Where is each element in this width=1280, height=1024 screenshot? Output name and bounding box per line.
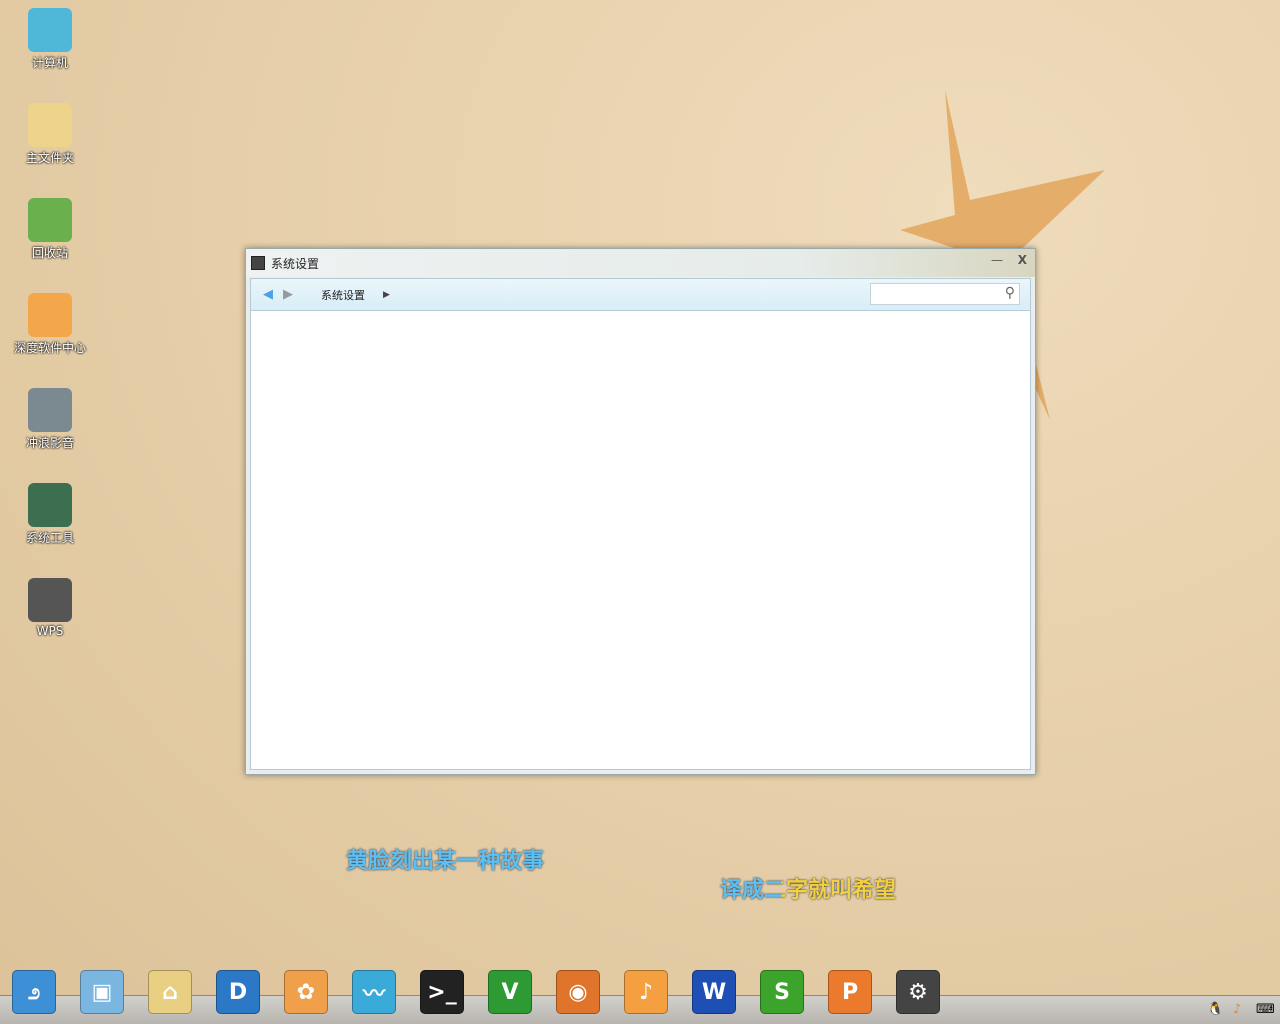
- desktop-icon-label: 冲浪影音: [25, 436, 74, 450]
- system-settings-icon[interactable]: ⚙: [896, 970, 940, 1014]
- back-arrow-icon[interactable]: ◀: [263, 287, 273, 302]
- window-content: ◀ ▶ 系统设置 ▶ ⚲: [250, 278, 1031, 770]
- deepin-player-icon[interactable]: D: [216, 970, 260, 1014]
- settings-app-icon: [251, 256, 265, 270]
- window-titlebar[interactable]: 系统设置: [246, 249, 1035, 277]
- deepin-launcher-icon[interactable]: ೨: [12, 970, 56, 1014]
- vim-icon[interactable]: V: [488, 970, 532, 1014]
- breadcrumb[interactable]: 系统设置: [321, 287, 365, 303]
- desktop-icon[interactable]: 计算机: [5, 8, 95, 71]
- desktop-icon-label: 回收站: [31, 246, 68, 260]
- search-input[interactable]: ⚲: [870, 283, 1020, 305]
- firefox-icon[interactable]: ◉: [556, 970, 600, 1014]
- desktop-icon-label: 深度软件中心: [13, 341, 86, 355]
- desktop-app-icon: [28, 103, 72, 147]
- desktop-app-icon: [28, 388, 72, 432]
- deepin-music-icon[interactable]: ♪: [624, 970, 668, 1014]
- lyric-line-1: 黄脸刻出某一种故事: [346, 849, 545, 874]
- desktop-app-icon: [28, 8, 72, 52]
- software-center-icon[interactable]: ✿: [284, 970, 328, 1014]
- wps-spreadsheet-icon[interactable]: S: [760, 970, 804, 1014]
- window-title: 系统设置: [271, 256, 320, 271]
- desktop-app-icon: [28, 578, 72, 622]
- desktop-icon-label: 主文件夹: [25, 151, 74, 165]
- desktop-app-icon: [28, 293, 72, 337]
- terminal-icon[interactable]: >_: [420, 970, 464, 1014]
- forward-arrow-icon[interactable]: ▶: [283, 287, 293, 302]
- lyric-line-2: 译成二字就叫希望: [720, 872, 896, 904]
- desktop-icon[interactable]: 系统工具: [5, 483, 95, 546]
- image-viewer-icon[interactable]: ▣: [80, 970, 124, 1014]
- wps-presentation-icon[interactable]: P: [828, 970, 872, 1014]
- navigation-bar: ◀ ▶ 系统设置 ▶ ⚲: [251, 279, 1030, 311]
- keyboard-tray-icon[interactable]: ⌨: [1256, 1002, 1275, 1017]
- minimize-button[interactable]: —: [991, 253, 1003, 267]
- music-tray-icon[interactable]: ♪: [1233, 1002, 1241, 1017]
- desktop-icon[interactable]: WPS: [5, 578, 95, 638]
- desktop-icon[interactable]: 深度软件中心: [5, 293, 95, 356]
- wps-writer-icon[interactable]: W: [692, 970, 736, 1014]
- settings-window: 系统设置 — X ◀ ▶ 系统设置 ▶ ⚲: [245, 248, 1036, 775]
- breadcrumb-chevron-icon[interactable]: ▶: [383, 290, 390, 300]
- desktop-icon-label: 系统工具: [25, 531, 74, 545]
- desktop-app-icon: [28, 198, 72, 242]
- desktop-icon[interactable]: 主文件夹: [5, 103, 95, 166]
- search-icon[interactable]: ⚲: [1005, 285, 1015, 301]
- home-folder-icon[interactable]: ⌂: [148, 970, 192, 1014]
- system-monitor-icon[interactable]: 〰: [352, 970, 396, 1014]
- close-button[interactable]: X: [1018, 253, 1027, 267]
- desktop-icon[interactable]: 冲浪影音: [5, 388, 95, 451]
- qq-tray-icon[interactable]: 🐧: [1207, 1002, 1223, 1017]
- desktop-icon-label: 计算机: [31, 56, 68, 70]
- desktop-app-icon: [28, 483, 72, 527]
- desktop-icon-label: WPS: [36, 624, 64, 638]
- desktop-icon[interactable]: 回收站: [5, 198, 95, 261]
